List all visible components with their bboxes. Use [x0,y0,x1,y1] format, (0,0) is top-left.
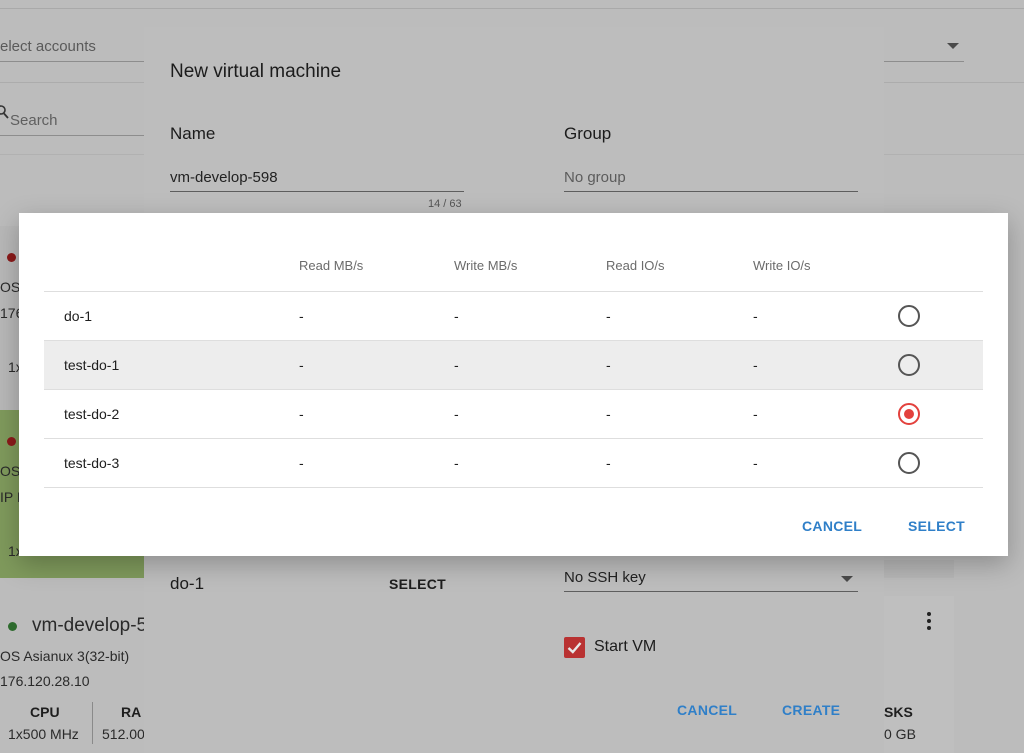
row-name: do-1 [64,308,93,324]
cpu-value: 1x500 MHz [8,726,79,742]
char-counter: 14 / 63 [428,198,462,210]
vm-card-os: OS [0,279,21,295]
row-write-ios: - [753,308,758,324]
column-header: Read MB/s [299,258,364,273]
disks-value: 0 GB [884,726,916,742]
chevron-down-icon[interactable] [947,43,959,49]
row-read-mbs: - [299,455,304,471]
row-write-mbs: - [454,357,459,373]
start-vm-checkbox[interactable] [564,637,585,658]
vm-card-os: OS Asianux 3(32-bit) [0,648,130,664]
disk-offering-value: do-1 [170,574,205,593]
disk-offering-modal: Read MB/s Write MB/s Read IO/s Write IO/… [19,213,1008,556]
radio-button[interactable] [898,452,920,474]
row-write-ios: - [753,455,758,471]
radio-button-selected[interactable] [898,403,920,425]
row-name: test-do-2 [64,406,120,422]
search-input[interactable]: Search [10,112,58,129]
row-read-ios: - [606,308,611,324]
ram-label: RA [121,704,142,720]
accounts-select[interactable]: elect accounts [0,38,96,55]
vm-card-ip: 176.120.28.10 [0,673,90,689]
table-row[interactable]: test-do-2 - - - - [44,390,983,438]
cpu-label: CPU [30,704,60,720]
row-write-mbs: - [454,308,459,324]
row-read-ios: - [606,357,611,373]
group-field[interactable]: No group [564,169,626,186]
status-dot-icon [7,437,16,446]
ram-value: 512.00 [102,726,145,742]
divider [0,135,145,136]
name-field[interactable]: vm-develop-598 [170,169,278,186]
table-row[interactable]: test-do-1 - - - - [44,341,983,389]
row-read-ios: - [606,455,611,471]
divider [884,61,964,62]
ssh-key-underline [564,591,858,592]
divider [0,8,1024,9]
column-header: Write IO/s [753,258,811,273]
row-write-mbs: - [454,455,459,471]
divider [92,702,93,744]
group-field-underline [564,191,858,192]
name-label: Name [170,124,216,143]
start-vm-label: Start VM [594,638,657,655]
table-row[interactable]: test-do-3 - - - - [44,439,983,487]
row-write-ios: - [753,406,758,422]
row-read-mbs: - [299,406,304,422]
vm-cancel-button[interactable]: CANCEL [677,702,737,718]
row-name: test-do-1 [64,357,120,373]
row-name: test-do-3 [64,455,120,471]
group-label: Group [564,124,612,143]
radio-button[interactable] [898,354,920,376]
cancel-button[interactable]: CANCEL [802,518,862,534]
select-button[interactable]: SELECT [908,518,965,534]
check-icon [567,642,582,654]
disk-offering-select-button[interactable]: SELECT [389,576,446,592]
divider [0,61,145,62]
row-read-ios: - [606,406,611,422]
chevron-down-icon[interactable] [841,576,853,582]
status-dot-icon [8,622,17,631]
ssh-key-select[interactable]: No SSH key [564,569,646,586]
row-write-mbs: - [454,406,459,422]
table-row[interactable]: do-1 - - - - [44,292,983,340]
vm-card-name[interactable]: vm-develop-5 [32,615,147,637]
disks-label: SKS [884,704,913,720]
row-write-ios: - [753,357,758,373]
column-header: Write MB/s [454,258,518,273]
divider [44,487,983,488]
vm-card-ip: IP I [0,489,21,505]
radio-button[interactable] [898,305,920,327]
name-field-underline [170,191,464,192]
vm-card-os: OS [0,463,21,479]
row-read-mbs: - [299,357,304,373]
search-icon [0,105,10,126]
create-button[interactable]: CREATE [782,702,840,718]
vm-card-edge [884,560,954,578]
dialog-title: New virtual machine [170,61,342,82]
row-read-mbs: - [299,308,304,324]
column-header: Read IO/s [606,258,665,273]
status-dot-icon [7,253,16,262]
more-vert-icon[interactable] [922,612,936,634]
